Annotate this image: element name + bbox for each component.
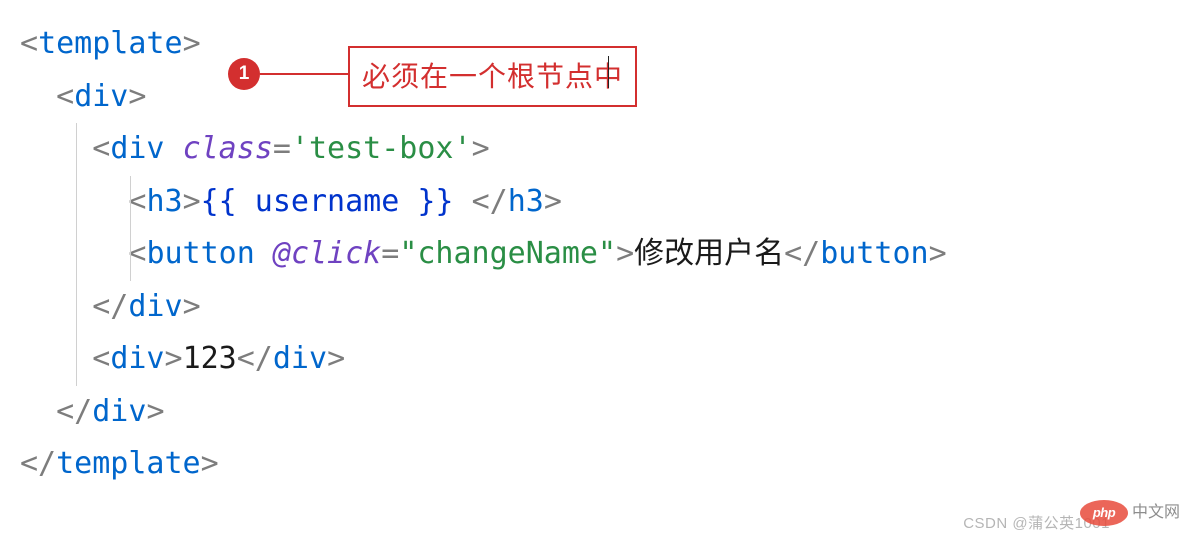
code-line-8: </div> — [20, 386, 1180, 439]
code-line-4: <h3>{{ username }} </h3> — [20, 176, 1180, 229]
code-line-1: <template> — [20, 18, 1180, 71]
indent-guide — [76, 176, 77, 229]
code-line-3: <div class='test-box'> — [20, 123, 1180, 176]
indent-guide — [76, 123, 77, 176]
indent-guide — [130, 176, 131, 229]
php-logo-icon: php — [1080, 500, 1128, 526]
watermark-php-text: 中文网 — [1132, 499, 1180, 527]
indent-guide — [76, 333, 77, 386]
indent-guide — [76, 228, 77, 281]
indent-guide — [130, 228, 131, 281]
code-line-2: <div> — [20, 71, 1180, 124]
code-line-9: </template> — [20, 438, 1180, 491]
code-line-5: <button @click="changeName">修改用户名</butto… — [20, 228, 1180, 281]
watermark-php: php 中文网 — [1080, 499, 1180, 527]
code-line-6: </div> — [20, 281, 1180, 334]
code-line-7: <div>123</div> — [20, 333, 1180, 386]
indent-guide — [76, 281, 77, 334]
